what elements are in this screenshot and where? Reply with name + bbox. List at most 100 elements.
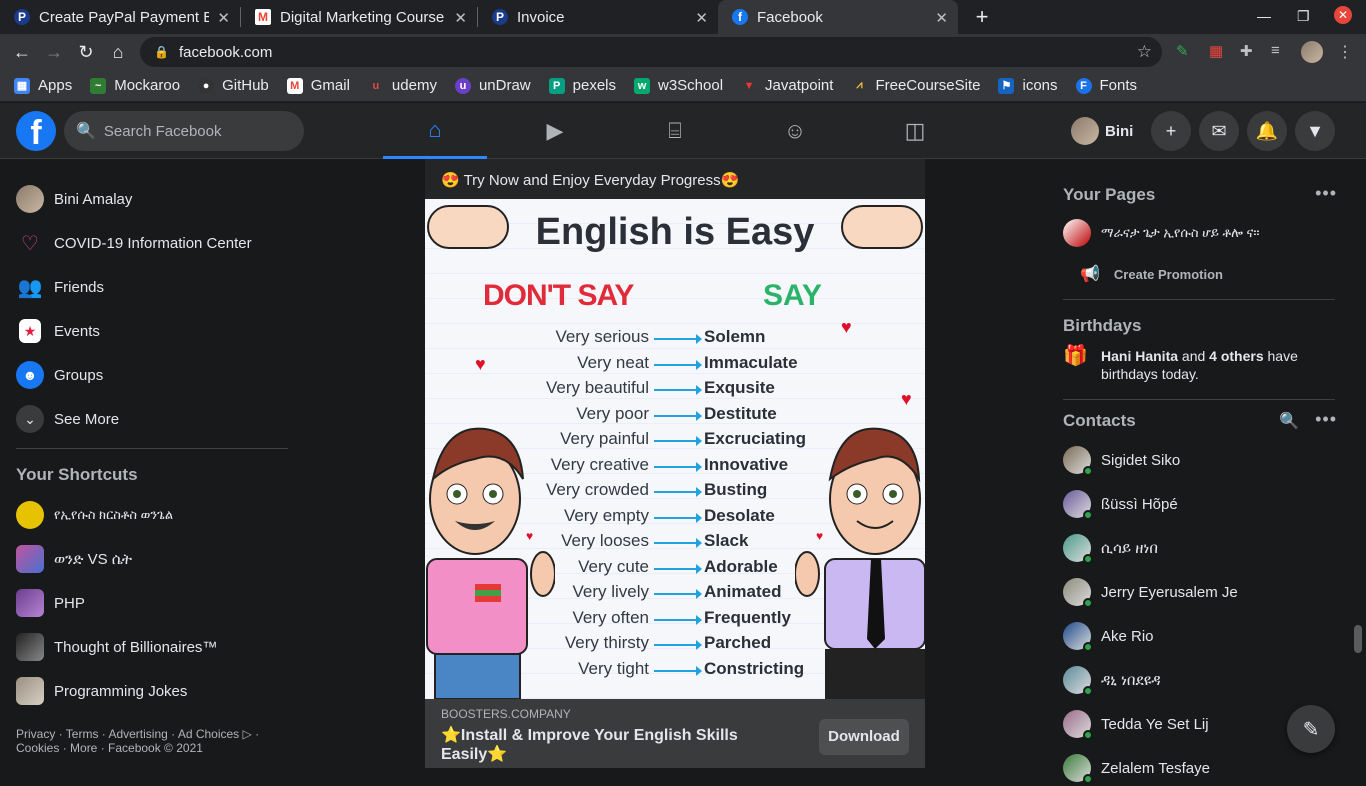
- birthday-notice[interactable]: 🎁 Hani Hanita and 4 others have birthday…: [1063, 346, 1343, 383]
- footer-links[interactable]: Privacy · Terms · Advertising · Ad Choic…: [16, 727, 286, 755]
- new-message-button[interactable]: ✎: [1287, 705, 1335, 753]
- nav-groups-tab[interactable]: ☺: [743, 103, 847, 159]
- notifications-button[interactable]: 🔔: [1247, 111, 1287, 151]
- bookmark-github[interactable]: ● GitHub: [198, 77, 269, 94]
- create-promotion-button[interactable]: 📢 Create Promotion: [1080, 256, 1223, 292]
- browser-profile-avatar[interactable]: [1301, 41, 1323, 63]
- new-tab-button[interactable]: +: [966, 4, 998, 30]
- more-options-icon[interactable]: •••: [1315, 409, 1337, 430]
- bookmark-apps[interactable]: ▦ Apps: [14, 77, 72, 94]
- shortcut-item[interactable]: PHP: [16, 585, 85, 621]
- page-item[interactable]: ማራናታ ጌታ ኢየሱስ ሆይ ቶሎ ና።: [1063, 215, 1259, 251]
- more-options-icon[interactable]: •••: [1315, 183, 1337, 204]
- search-contacts-icon[interactable]: 🔍: [1279, 411, 1299, 431]
- browser-tab-invoice[interactable]: P Invoice ✕: [478, 0, 718, 34]
- close-tab-icon[interactable]: ✕: [695, 9, 708, 27]
- browser-tab-paypal-payment[interactable]: P Create PayPal Payment Bu ✕: [0, 0, 240, 34]
- sidebar-item-friends[interactable]: 👥 Friends: [16, 269, 104, 305]
- bookmark-pexels[interactable]: Ppexels: [548, 77, 616, 94]
- minimize-icon[interactable]: —: [1257, 8, 1271, 24]
- contact-item[interactable]: ßüssì Hõpé: [1063, 486, 1178, 522]
- restore-icon[interactable]: ❐: [1297, 8, 1310, 25]
- media-queue-icon[interactable]: ≡: [1271, 42, 1280, 59]
- dont-say-word: Very crowded: [546, 480, 649, 499]
- contact-item[interactable]: Zelalem Tesfaye: [1063, 750, 1210, 786]
- bookmark-fonts[interactable]: F Fonts: [1075, 77, 1137, 94]
- back-arrow-icon[interactable]: ←: [6, 42, 38, 63]
- say-word: Excruciating: [704, 429, 807, 448]
- dont-say-word: Very often: [572, 607, 649, 627]
- search-input[interactable]: 🔍 Search Facebook: [64, 111, 304, 151]
- contact-item[interactable]: Tedda Ye Set Lij: [1063, 706, 1209, 742]
- sidebar-item-groups[interactable]: ☻ Groups: [16, 357, 103, 393]
- reload-icon[interactable]: ↻: [70, 42, 102, 63]
- create-button[interactable]: +: [1151, 111, 1191, 151]
- marketplace-store-icon: ⌸: [668, 118, 682, 143]
- shortcut-item[interactable]: ወንድ VS ሴት: [16, 541, 132, 577]
- bookmark-javatpoint[interactable]: ▼ Javatpoint: [741, 77, 834, 94]
- arrow-icon: [654, 614, 702, 625]
- sidebar-item-events[interactable]: ★ Events: [16, 313, 100, 349]
- say-word: Destitute: [704, 403, 777, 423]
- download-button[interactable]: Download: [819, 719, 909, 755]
- close-tab-icon[interactable]: ✕: [454, 9, 467, 27]
- bookmark-undraw[interactable]: u unDraw: [454, 77, 531, 94]
- shortcut-item[interactable]: Programming Jokes: [16, 673, 187, 709]
- browser-tab-facebook[interactable]: f Facebook ✕: [718, 0, 958, 34]
- avatar: [1063, 710, 1093, 740]
- covid-info-icon: ♡: [21, 232, 39, 255]
- account-menu-button[interactable]: ▼: [1295, 111, 1335, 151]
- contact-item[interactable]: Jerry Eyerusalem Je: [1063, 574, 1238, 610]
- forward-arrow-icon[interactable]: →: [38, 42, 70, 63]
- facebook-logo[interactable]: f: [16, 111, 56, 152]
- bookmark-w3school[interactable]: w w3School: [634, 77, 723, 94]
- close-tab-icon[interactable]: ✕: [935, 9, 948, 27]
- birthdays-heading: Birthdays: [1063, 316, 1142, 335]
- nav-watch-tab[interactable]: ▶: [503, 103, 607, 159]
- home-icon[interactable]: ⌂: [102, 42, 134, 63]
- page-scrollbar[interactable]: [1354, 625, 1362, 653]
- page-name: ማራናታ ጌታ ኢየሱስ ሆይ ቶሎ ና።: [1101, 225, 1260, 240]
- contact-name: Ake Rio: [1101, 627, 1154, 645]
- ad-footer[interactable]: BOOSTERS.COMPANY ⭐Install & Improve Your…: [425, 699, 925, 768]
- close-window-icon[interactable]: ✕: [1334, 6, 1352, 24]
- browser-menu-icon[interactable]: ⋮: [1337, 42, 1353, 62]
- sidebar-item-label: Bini Amalay: [54, 190, 133, 208]
- close-tab-icon[interactable]: ✕: [217, 9, 230, 27]
- post-image[interactable]: English is Easy DON'T SAY SAY Very serio…: [425, 199, 925, 699]
- contact-item[interactable]: Sigidet Siko: [1063, 442, 1180, 478]
- create-promotion-label: Create Promotion: [1113, 266, 1223, 282]
- browser-tab-digital-marketing[interactable]: M Digital Marketing Course ✕: [241, 0, 477, 34]
- left-sidebar: Bini Amalay ♡ COVID-19 Information Cente…: [0, 159, 300, 768]
- sidebar-item-covid[interactable]: ♡ COVID-19 Information Center: [16, 225, 252, 261]
- extension-calendar-icon[interactable]: ▦: [1209, 42, 1223, 60]
- messenger-button[interactable]: ✉: [1199, 111, 1239, 151]
- see-more-button[interactable]: ⌄ See More: [16, 401, 119, 437]
- online-status-dot: [1083, 598, 1093, 608]
- bookmark-udemy[interactable]: u udemy: [368, 77, 437, 94]
- shortcut-image: [16, 633, 44, 661]
- profile-button[interactable]: Bini: [1065, 113, 1141, 149]
- bookmark-mockaroo[interactable]: ~ Mockaroo: [90, 77, 180, 94]
- ad-headline[interactable]: ⭐Install & Improve Your English Skills E…: [441, 726, 801, 764]
- nav-gaming-tab[interactable]: ◫: [863, 103, 967, 159]
- compose-icon: ✎: [1302, 718, 1320, 741]
- extension-pen-icon[interactable]: ✎: [1176, 42, 1189, 60]
- extensions-puzzle-icon[interactable]: ✚: [1240, 42, 1253, 60]
- sidebar-item-profile[interactable]: Bini Amalay: [16, 181, 132, 217]
- contact-item[interactable]: Ake Rio: [1063, 618, 1154, 654]
- bookmark-freecoursesite[interactable]: ⩘ FreeCourseSite: [851, 77, 980, 94]
- bookmark-icons[interactable]: ⚑ icons: [998, 77, 1058, 94]
- bookmark-label: unDraw: [478, 77, 531, 94]
- arrow-icon: [654, 359, 702, 370]
- bookmark-gmail[interactable]: M Gmail: [286, 77, 350, 94]
- shortcut-item[interactable]: የኢየሱስ ክርስቶስ ወንጌል: [16, 497, 173, 533]
- bookmark-star-icon[interactable]: ☆: [1137, 42, 1152, 62]
- contact-item[interactable]: ሲሳይ ዘነበ: [1063, 530, 1158, 566]
- contact-item[interactable]: ዳኒ ነበደዩዳ: [1063, 662, 1161, 698]
- shortcut-item[interactable]: Thought of Billionaires™: [16, 629, 217, 665]
- nav-home-tab[interactable]: ⌂: [383, 103, 487, 159]
- shortcut-label: ወንድ VS ሴት: [54, 550, 133, 568]
- nav-marketplace-tab[interactable]: ⌸: [623, 103, 727, 159]
- address-bar[interactable]: 🔒 facebook.com ☆: [140, 37, 1162, 67]
